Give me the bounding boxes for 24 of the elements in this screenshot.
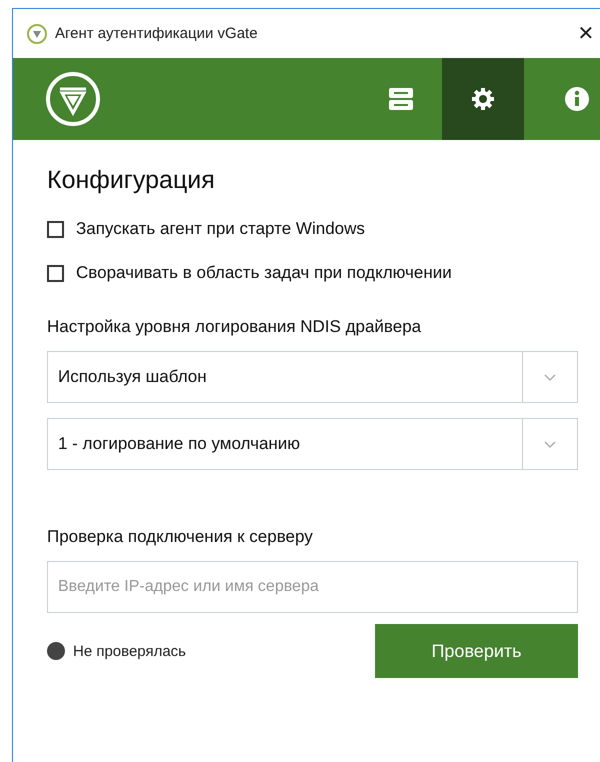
chevron-down-icon: [544, 440, 556, 448]
dropdown-value: Используя шаблон: [57, 367, 208, 387]
checkbox[interactable]: [47, 220, 64, 238]
check-button[interactable]: Проверить: [375, 624, 578, 678]
chevron-down-icon: [544, 374, 556, 380]
status-text: Не проверялась: [73, 642, 186, 660]
dropdown-value: 1 - логирование по умолчанию: [57, 434, 302, 454]
checkbox-label: Запускать агент при старте Windows: [76, 219, 365, 239]
info-icon: [564, 86, 590, 112]
settings-icon: [471, 87, 495, 111]
section-title: Проверка подключения к серверу: [47, 527, 314, 547]
app-logo-icon: [27, 24, 47, 44]
server-icon: [388, 86, 414, 112]
section-title: Настройка уровня логирования NDIS драйвера: [47, 317, 422, 337]
window-title: Агент аутентификации vGate: [55, 25, 259, 42]
logo-icon: [45, 71, 101, 127]
page-heading: Конфигурация: [47, 166, 216, 195]
checkbox-label: Сворачивать в область задач при подключении: [76, 263, 452, 283]
checkbox[interactable]: [47, 264, 64, 282]
dropdown[interactable]: 1 - логирование по умолчанию: [47, 418, 578, 470]
close-button[interactable]: ✕: [566, 14, 600, 54]
toolbar-tab[interactable]: [442, 58, 524, 140]
dropdown[interactable]: Используя шаблон: [47, 351, 578, 403]
server-address-field[interactable]: Введите IP-адрес или имя сервера: [47, 561, 578, 613]
